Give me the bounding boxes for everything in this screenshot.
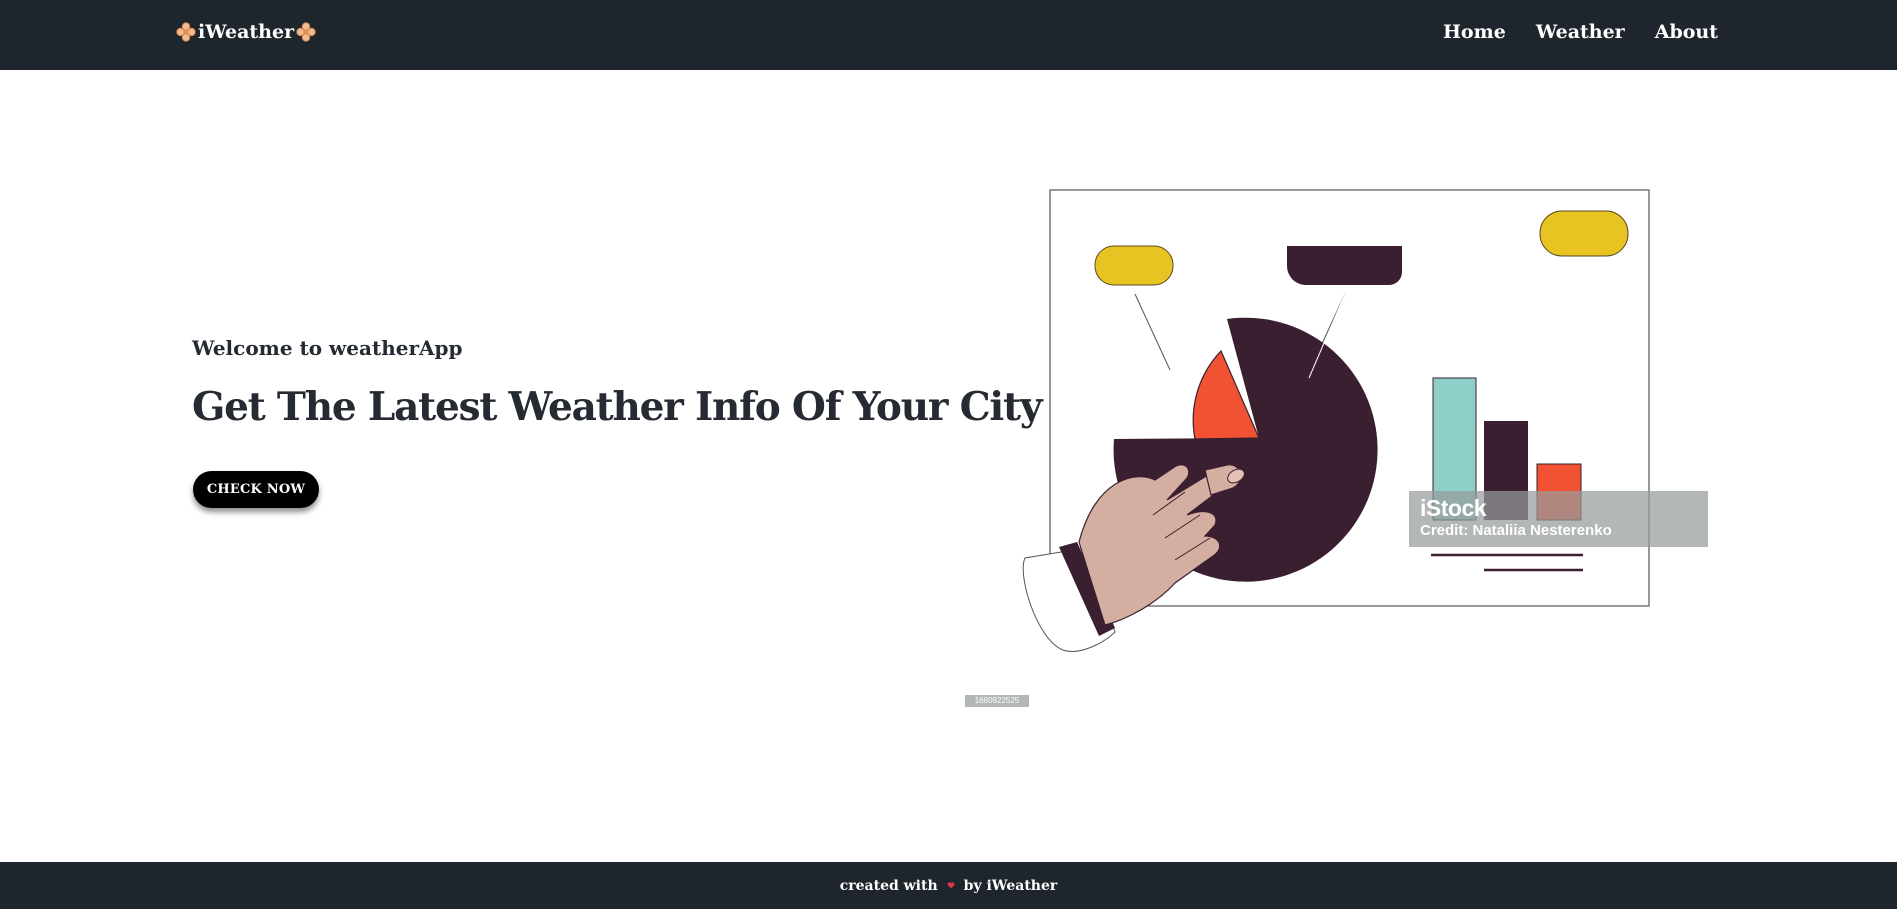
brand-logo[interactable]: iWeather bbox=[176, 18, 316, 46]
nav-links: Home Weather About bbox=[1443, 18, 1718, 46]
istock-watermark: iStock Credit: Nataliia Nesterenko bbox=[1409, 491, 1708, 547]
brand-name: iWeather bbox=[198, 21, 295, 43]
nav-link-weather[interactable]: Weather bbox=[1536, 21, 1625, 43]
hero-illustration bbox=[1022, 189, 1650, 652]
flower-icon bbox=[176, 22, 196, 42]
welcome-text: Welcome to weatherApp bbox=[192, 336, 463, 360]
check-now-button[interactable]: CHECK NOW bbox=[193, 471, 319, 508]
image-id-tag: 1680922525 bbox=[965, 695, 1029, 707]
footer: created with by iWeather bbox=[0, 862, 1897, 909]
footer-by-iweather: by iWeather bbox=[963, 877, 1058, 894]
flower-icon bbox=[296, 22, 316, 42]
navbar: iWeather Home Weather About bbox=[0, 0, 1897, 70]
footer-created-with: created with bbox=[839, 877, 938, 894]
heart-icon bbox=[947, 882, 955, 889]
watermark-logo: iStock bbox=[1420, 495, 1487, 521]
hero-headline: Get The Latest Weather Info Of Your City bbox=[192, 384, 1043, 430]
watermark-credit: Credit: Nataliia Nesterenko bbox=[1420, 522, 1612, 539]
nav-link-about[interactable]: About bbox=[1655, 21, 1718, 43]
nav-link-home[interactable]: Home bbox=[1443, 21, 1506, 43]
